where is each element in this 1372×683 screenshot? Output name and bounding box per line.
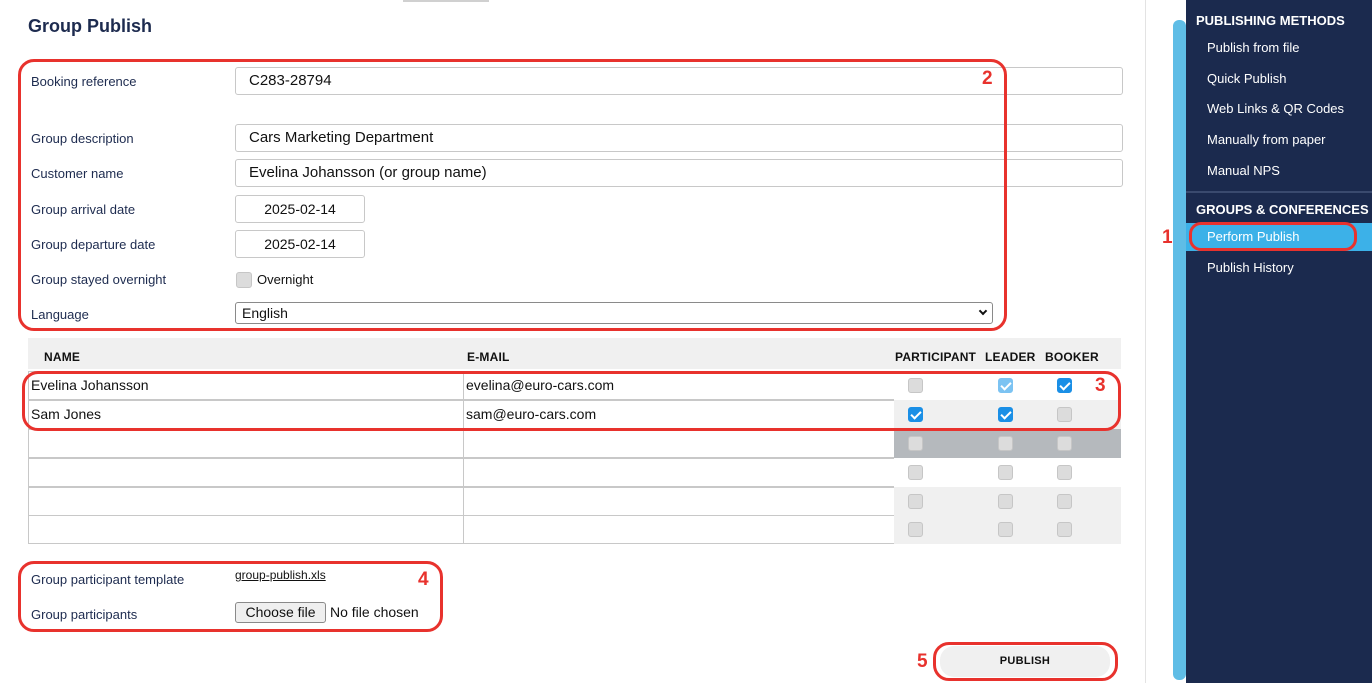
role-checkboxes (894, 429, 1121, 458)
participant-checkbox[interactable] (908, 465, 923, 480)
app-root: Group Publish Booking reference C283-287… (0, 0, 1372, 683)
scrollbar-track[interactable] (1145, 0, 1173, 683)
sidebar-item-manual-nps[interactable]: Manual NPS (1207, 163, 1280, 178)
name-cell[interactable] (28, 487, 464, 516)
leader-checkbox[interactable] (998, 494, 1013, 509)
name-cell[interactable] (28, 429, 464, 458)
column-header-participant: PARTICIPANT (895, 350, 977, 364)
column-header-name: NAME (44, 350, 81, 364)
name-cell[interactable] (28, 515, 464, 544)
sidebar-divider (1186, 191, 1372, 193)
annotation-box-upload (18, 561, 443, 632)
top-tab-indicator (403, 0, 489, 2)
booker-checkbox[interactable] (1057, 465, 1072, 480)
sidebar: PUBLISHING METHODS Publish from file Qui… (1186, 0, 1372, 683)
role-checkboxes (894, 487, 1121, 516)
scrollbar-thumb[interactable] (1173, 20, 1186, 680)
email-cell[interactable] (463, 515, 895, 544)
leader-checkbox[interactable] (998, 436, 1013, 451)
sidebar-item-quick-publish[interactable]: Quick Publish (1207, 71, 1286, 86)
booker-checkbox[interactable] (1057, 436, 1072, 451)
email-cell[interactable] (463, 429, 895, 458)
annotation-number-1: 1 (1162, 227, 1173, 248)
annotation-number-3: 3 (1095, 375, 1106, 396)
participant-checkbox[interactable] (908, 494, 923, 509)
column-header-leader: LEADER (985, 350, 1036, 364)
column-header-booker: BOOKER (1045, 350, 1099, 364)
table-row (28, 515, 1121, 544)
sidebar-section-groups-conferences: GROUPS & CONFERENCES (1196, 202, 1369, 217)
booker-checkbox[interactable] (1057, 494, 1072, 509)
annotation-box-publish (933, 642, 1118, 681)
annotation-box-form (18, 59, 1007, 331)
sidebar-item-publish-history[interactable]: Publish History (1207, 260, 1294, 275)
annotation-box-perform-publish (1189, 222, 1357, 251)
annotation-number-5: 5 (917, 651, 928, 672)
page-title: Group Publish (28, 16, 152, 36)
sidebar-item-publish-from-file[interactable]: Publish from file (1207, 40, 1299, 55)
annotation-box-participants (22, 371, 1121, 431)
sidebar-section-publishing-methods: PUBLISHING METHODS (1196, 13, 1345, 28)
email-cell[interactable] (463, 458, 895, 487)
sidebar-item-web-links-qr[interactable]: Web Links & QR Codes (1207, 101, 1344, 116)
participant-checkbox[interactable] (908, 522, 923, 537)
annotation-number-4: 4 (418, 569, 429, 590)
leader-checkbox[interactable] (998, 465, 1013, 480)
table-row (28, 458, 1121, 487)
annotation-number-2: 2 (982, 68, 993, 89)
table-row (28, 429, 1121, 458)
participant-checkbox[interactable] (908, 436, 923, 451)
email-cell[interactable] (463, 487, 895, 516)
table-row (28, 487, 1121, 516)
role-checkboxes (894, 458, 1121, 487)
leader-checkbox[interactable] (998, 522, 1013, 537)
sidebar-item-manually-from-paper[interactable]: Manually from paper (1207, 132, 1326, 147)
column-header-email: E-MAIL (467, 350, 510, 364)
booker-checkbox[interactable] (1057, 522, 1072, 537)
main-content: Group Publish Booking reference C283-287… (0, 0, 1145, 683)
role-checkboxes (894, 515, 1121, 544)
name-cell[interactable] (28, 458, 464, 487)
